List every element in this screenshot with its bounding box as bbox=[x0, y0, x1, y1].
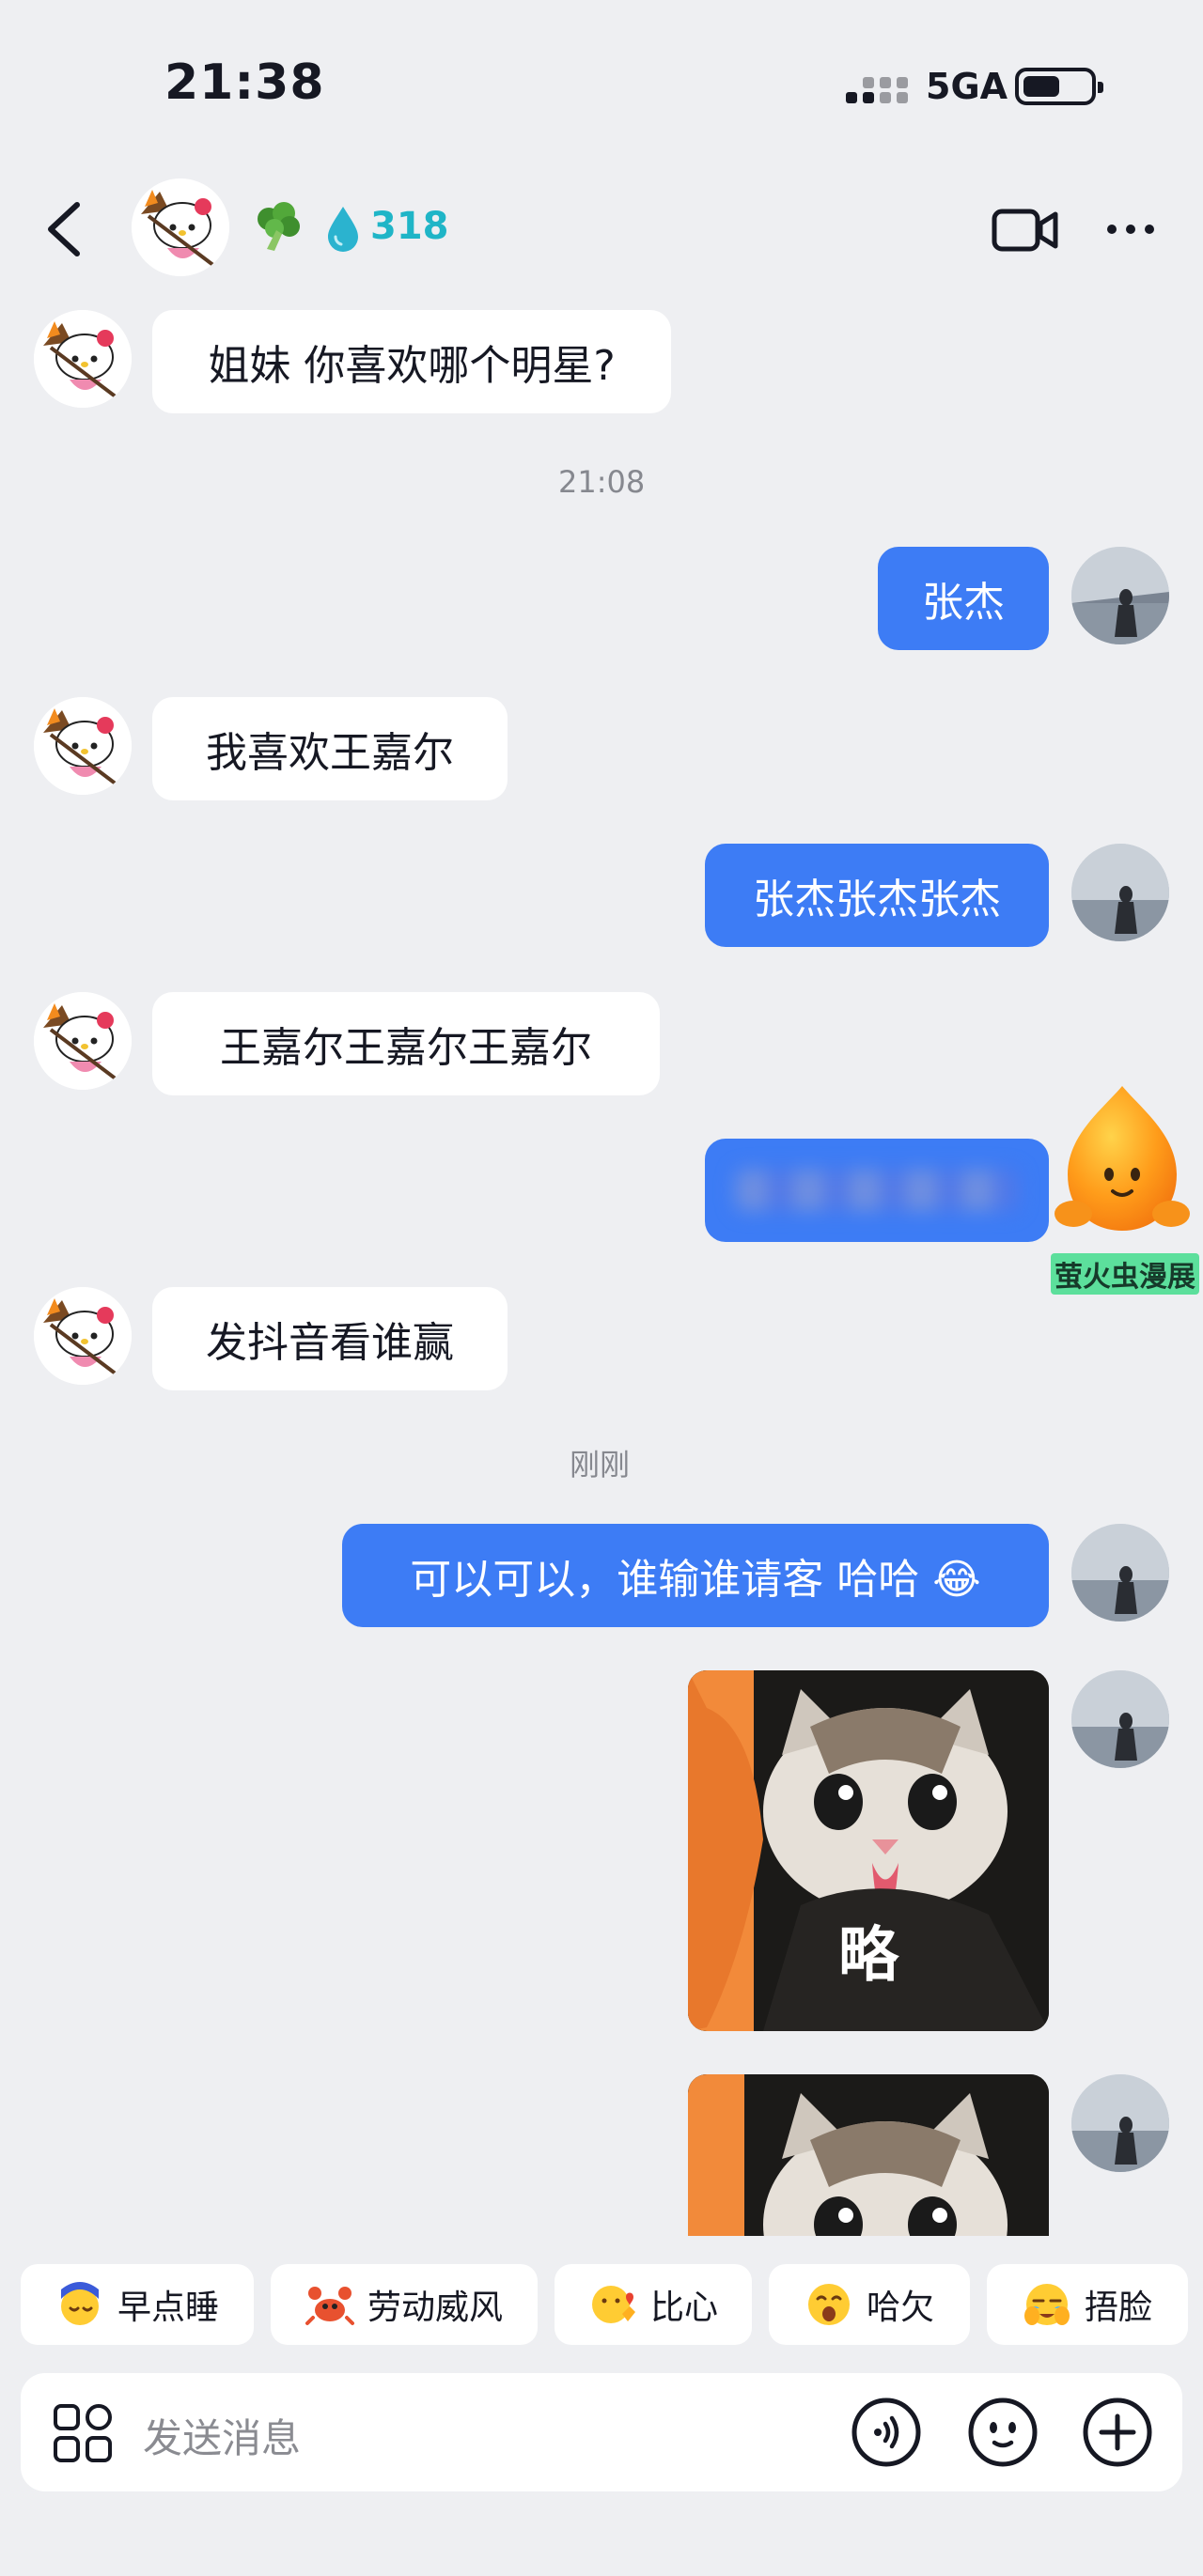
my-avatar[interactable] bbox=[1071, 1670, 1169, 1768]
cat-sticker-icon bbox=[688, 2074, 1049, 2247]
quick-reply-chip[interactable]: 捂脸 bbox=[987, 2264, 1188, 2345]
my-avatar[interactable] bbox=[1071, 547, 1169, 644]
heart-hand-icon bbox=[591, 2286, 635, 2323]
status-time: 21:38 bbox=[164, 54, 325, 111]
sleepy-moon-icon bbox=[60, 2282, 99, 2325]
add-icon[interactable] bbox=[1081, 2396, 1154, 2469]
quick-reply-label: 哈欠 bbox=[866, 2289, 934, 2327]
user-photo-icon bbox=[1071, 844, 1169, 941]
message-bubble-incoming[interactable]: 王嘉尔王嘉尔王嘉尔 bbox=[152, 992, 660, 1095]
message-input[interactable]: 发送消息 bbox=[143, 2407, 301, 2464]
hello-kitty-icon bbox=[34, 992, 132, 1090]
water-drop-icon bbox=[328, 207, 358, 252]
image-caption: 略 bbox=[838, 1921, 898, 1991]
streak-count: 318 bbox=[370, 205, 449, 248]
my-avatar[interactable] bbox=[1071, 1524, 1169, 1622]
message-bubble-outgoing-blurred[interactable] bbox=[705, 1139, 1049, 1242]
message-timestamp: 刚刚 bbox=[570, 1447, 631, 1482]
contact-avatar-small[interactable] bbox=[34, 992, 132, 1090]
hello-kitty-icon bbox=[34, 310, 132, 408]
message-bubble-incoming[interactable]: 姐妹 你喜欢哪个明星? bbox=[152, 310, 671, 413]
my-avatar[interactable] bbox=[1071, 2074, 1169, 2172]
quick-reply-label: 比心 bbox=[649, 2289, 718, 2327]
watermark-label: 萤火虫漫展 bbox=[1051, 1253, 1199, 1295]
quick-reply-label: 早点睡 bbox=[117, 2289, 219, 2327]
user-photo-icon bbox=[1071, 1670, 1169, 1768]
voice-icon[interactable] bbox=[850, 2396, 923, 2469]
emoji-icon[interactable] bbox=[966, 2396, 1039, 2469]
contact-avatar-small[interactable] bbox=[34, 1287, 132, 1385]
message-bubble-outgoing[interactable]: 张杰 bbox=[878, 547, 1049, 650]
message-bubble-incoming[interactable]: 发抖音看谁赢 bbox=[152, 1287, 508, 1390]
image-message-cat[interactable] bbox=[688, 2074, 1049, 2247]
message-bubble-outgoing[interactable]: 可以可以，谁输谁请客 哈哈 😂 bbox=[342, 1524, 1049, 1627]
hello-kitty-icon bbox=[132, 178, 229, 276]
message-bubble-outgoing[interactable]: 张杰张杰张杰 bbox=[705, 844, 1049, 947]
mascot-watermark-icon bbox=[1055, 1086, 1190, 1231]
quick-reply-chip[interactable]: 劳动威风 bbox=[271, 2264, 538, 2345]
contact-avatar-small[interactable] bbox=[34, 697, 132, 795]
hello-kitty-icon bbox=[34, 1287, 132, 1385]
more-icon[interactable] bbox=[1104, 209, 1157, 250]
back-arrow-icon[interactable] bbox=[41, 199, 88, 259]
contact-avatar[interactable] bbox=[132, 178, 229, 276]
hello-kitty-icon bbox=[34, 697, 132, 795]
contact-avatar-small[interactable] bbox=[34, 310, 132, 408]
message-bubble-incoming[interactable]: 我喜欢王嘉尔 bbox=[152, 697, 508, 800]
broccoli-icon bbox=[258, 202, 300, 251]
quick-reply-label: 劳动威风 bbox=[367, 2289, 503, 2327]
network-label: 5GA bbox=[926, 66, 1008, 107]
quick-reply-chip[interactable]: 比心 bbox=[555, 2264, 752, 2345]
crab-icon bbox=[305, 2287, 354, 2325]
yawn-icon bbox=[807, 2284, 850, 2325]
blurred-text bbox=[736, 1170, 1018, 1211]
message-timestamp: 21:08 bbox=[558, 464, 646, 500]
image-message-cat[interactable]: 略 bbox=[688, 1670, 1049, 2031]
user-photo-icon bbox=[1071, 1524, 1169, 1622]
battery-icon bbox=[1015, 68, 1103, 105]
user-photo-icon bbox=[1071, 2074, 1169, 2172]
quick-reply-chip[interactable]: 早点睡 bbox=[21, 2264, 254, 2345]
video-call-icon[interactable] bbox=[992, 207, 1059, 254]
facepalm-icon bbox=[1023, 2284, 1070, 2325]
apps-grid-icon[interactable] bbox=[53, 2403, 113, 2463]
signal-icon bbox=[846, 77, 908, 103]
quick-reply-label: 捂脸 bbox=[1084, 2289, 1152, 2327]
my-avatar[interactable] bbox=[1071, 844, 1169, 941]
user-photo-icon bbox=[1071, 547, 1169, 644]
quick-reply-chip[interactable]: 哈欠 bbox=[769, 2264, 970, 2345]
